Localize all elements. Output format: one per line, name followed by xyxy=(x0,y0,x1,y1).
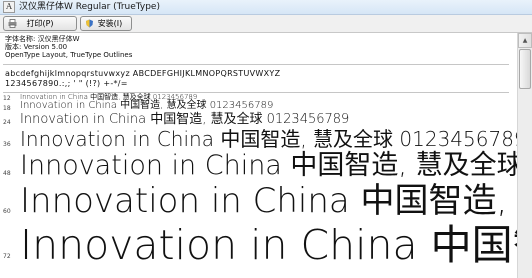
sample-size-label: 72 xyxy=(3,253,11,260)
sample-text: Innovation in China 中国智造, 慧及全球 012345678… xyxy=(20,127,527,151)
font-info: 字体名称: 汉仪黑仔体W 版本: Version 5.00 OpenType L… xyxy=(5,35,132,59)
charset-digits-symbols: 1234567890.:,; ' " (!?) +-*/= xyxy=(5,79,128,88)
shield-icon xyxy=(86,19,93,28)
scroll-thumb[interactable] xyxy=(519,49,531,89)
sample-text: Innovation in China 中国智造, 慧及全球 012345678… xyxy=(20,112,350,127)
sample-text: Innovation in China 中国智造, 慧及全球 012345678… xyxy=(20,150,532,181)
sample-size-label: 18 xyxy=(3,105,11,112)
font-name: 字体名称: 汉仪黑仔体W xyxy=(5,35,80,43)
scroll-up-arrow-icon[interactable]: ▲ xyxy=(518,33,532,48)
title-bar: A 汉仪黑仔体W Regular (TrueType) xyxy=(0,0,532,15)
divider xyxy=(3,64,509,65)
sample-text: Innovation in China 中国智造, 慧及全球 012345678… xyxy=(20,221,532,269)
sample-text: Innovation in China 中国智造, 慧及全球 012345678… xyxy=(20,181,532,221)
font-file-icon: A xyxy=(3,1,15,13)
window-title: 汉仪黑仔体W Regular (TrueType) xyxy=(19,2,160,12)
vertical-scrollbar[interactable]: ▲ xyxy=(517,33,532,278)
printer-icon xyxy=(8,19,17,28)
toolbar: 打印(P) 安装(I) xyxy=(0,15,532,33)
sample-size-label: 24 xyxy=(3,119,11,126)
sample-text: Innovation in China 中国智造, 慧及全球 012345678… xyxy=(20,100,274,111)
sample-size-label: 36 xyxy=(3,141,11,148)
print-button-label: 打印(P) xyxy=(26,19,54,28)
font-version: 版本: Version 5.00 xyxy=(5,43,68,51)
install-button[interactable]: 安装(I) xyxy=(80,16,132,31)
sample-size-label: 60 xyxy=(3,208,11,215)
install-button-label: 安装(I) xyxy=(97,19,123,28)
sample-size-label: 48 xyxy=(3,170,11,177)
charset-letters: abcdefghijklmnopqrstuvwxyz ABCDEFGHIJKLM… xyxy=(5,69,281,78)
print-button[interactable]: 打印(P) xyxy=(3,16,77,31)
font-type: OpenType Layout, TrueType Outlines xyxy=(5,51,133,59)
sample-size-label: 12 xyxy=(3,95,11,102)
